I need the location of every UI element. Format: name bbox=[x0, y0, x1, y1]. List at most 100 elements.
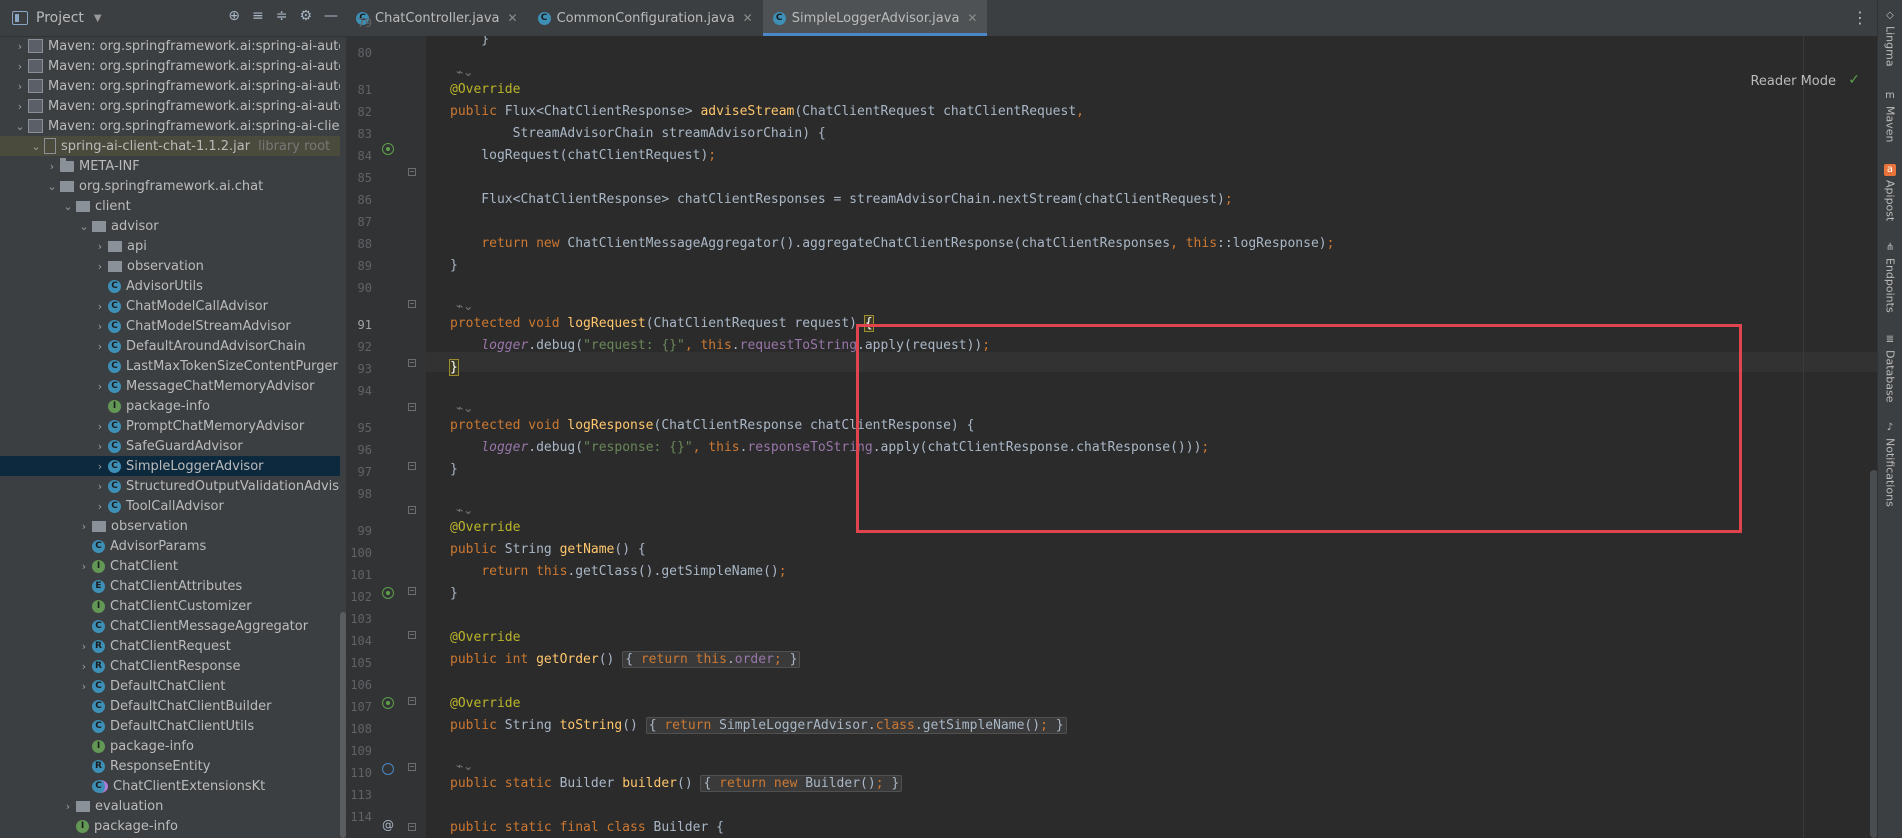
chevron-right-icon[interactable]: › bbox=[76, 680, 92, 693]
line-number[interactable]: 102 bbox=[346, 590, 372, 604]
collapse-all-icon[interactable]: ≑ bbox=[276, 8, 288, 24]
chevron-down-icon[interactable]: ⌄ bbox=[28, 140, 44, 153]
chevron-right-icon[interactable]: › bbox=[12, 40, 28, 53]
gear-icon[interactable]: ⚙ bbox=[299, 8, 312, 24]
fold-icon[interactable] bbox=[408, 359, 416, 367]
chevron-right-icon[interactable]: › bbox=[12, 100, 28, 113]
tree-item[interactable]: ⌄ spring-ai-client-chat-1.1.2.jar library … bbox=[0, 136, 340, 156]
chevron-right-icon[interactable]: › bbox=[92, 380, 108, 393]
ai-hint-icon[interactable]: ⌁⌄ bbox=[456, 298, 473, 314]
tree-item[interactable]: ⌄ advisor bbox=[0, 216, 340, 236]
tab-chat-controller[interactable]: C ChatController.java ✕ bbox=[346, 0, 528, 36]
lingma-tool[interactable]: ◇ Lingma bbox=[1878, 10, 1902, 67]
fold-icon[interactable] bbox=[408, 631, 416, 639]
tree-item[interactable]: › META-INF bbox=[0, 156, 340, 176]
chevron-down-icon[interactable]: ⌄ bbox=[60, 200, 76, 213]
chevron-down-icon[interactable]: ▼ bbox=[94, 13, 102, 24]
chevron-down-icon[interactable]: ⌄ bbox=[12, 120, 28, 133]
line-number[interactable]: 103 bbox=[346, 612, 372, 626]
hide-icon[interactable]: — bbox=[324, 8, 338, 24]
chevron-right-icon[interactable]: › bbox=[76, 560, 92, 573]
tree-item[interactable]: › C SafeGuardAdvisor bbox=[0, 436, 340, 456]
override-icon[interactable] bbox=[382, 587, 394, 599]
fold-icon[interactable] bbox=[408, 587, 416, 595]
chevron-right-icon[interactable]: › bbox=[92, 500, 108, 513]
tree-item[interactable]: C DefaultChatClientBuilder bbox=[0, 696, 340, 716]
tree-item[interactable]: C ChatClientExtensionsKt bbox=[0, 776, 340, 796]
tree-item[interactable]: › Maven: org.springframework.ai:spring-ai… bbox=[0, 56, 340, 76]
tree-item[interactable]: Ipackage-info bbox=[0, 396, 340, 416]
line-number[interactable]: 93 bbox=[346, 362, 372, 376]
line-number[interactable]: 80 bbox=[346, 46, 372, 60]
tree-item[interactable]: › C ToolCallAdvisor bbox=[0, 496, 340, 516]
locate-icon[interactable]: ⊕ bbox=[228, 8, 240, 24]
fold-icon[interactable] bbox=[408, 300, 416, 308]
tree-item[interactable]: › C ChatModelCallAdvisor bbox=[0, 296, 340, 316]
line-number[interactable]: 99 bbox=[346, 524, 372, 538]
line-number[interactable]: 114 bbox=[346, 810, 372, 824]
tree-item[interactable]: R ResponseEntity bbox=[0, 756, 340, 776]
close-icon[interactable]: ✕ bbox=[508, 11, 518, 25]
fold-icon[interactable] bbox=[408, 168, 416, 176]
fold-icon[interactable] bbox=[408, 697, 416, 705]
tree-item[interactable]: › api bbox=[0, 236, 340, 256]
ai-hint-icon[interactable]: ⌁⌄ bbox=[456, 502, 473, 518]
line-number[interactable]: 98 bbox=[346, 487, 372, 501]
line-number[interactable]: 113 bbox=[346, 788, 372, 802]
ai-hint-icon[interactable]: ⌁⌄ bbox=[456, 64, 473, 80]
close-icon[interactable]: ✕ bbox=[743, 11, 753, 25]
chevron-right-icon[interactable]: › bbox=[44, 160, 60, 173]
line-number[interactable]: 82 bbox=[346, 105, 372, 119]
tree-item[interactable]: › Maven: org.springframework.ai:spring-ai… bbox=[0, 96, 340, 116]
line-number[interactable]: 92 bbox=[346, 340, 372, 354]
tab-common-configuration[interactable]: C CommonConfiguration.java ✕ bbox=[528, 0, 763, 36]
tree-item[interactable]: C AdvisorParams bbox=[0, 536, 340, 556]
chevron-right-icon[interactable]: › bbox=[12, 80, 28, 93]
tree-item[interactable]: Ipackage-info bbox=[0, 736, 340, 756]
chevron-right-icon[interactable]: › bbox=[76, 520, 92, 533]
line-number[interactable]: 94 bbox=[346, 384, 372, 398]
fold-icon[interactable] bbox=[408, 462, 416, 470]
override-icon[interactable] bbox=[382, 763, 394, 775]
chevron-right-icon[interactable]: › bbox=[12, 60, 28, 73]
tree-item[interactable]: › C DefaultAroundAdvisorChain bbox=[0, 336, 340, 356]
chevron-right-icon[interactable]: › bbox=[76, 660, 92, 673]
notifications-tool[interactable]: ♪ Notifications bbox=[1878, 422, 1902, 507]
line-number[interactable]: 97 bbox=[346, 465, 372, 479]
chevron-right-icon[interactable]: › bbox=[60, 800, 76, 813]
tree-item[interactable]: I ChatClientCustomizer bbox=[0, 596, 340, 616]
line-number[interactable]: 86 bbox=[346, 193, 372, 207]
fold-icon[interactable] bbox=[408, 763, 416, 771]
chevron-right-icon[interactable]: › bbox=[92, 300, 108, 313]
line-number[interactable]: 107 bbox=[346, 700, 372, 714]
tree-item[interactable]: ⌄ org.springframework.ai.chat bbox=[0, 176, 340, 196]
tree-item[interactable]: C LastMaxTokenSizeContentPurger bbox=[0, 356, 340, 376]
tree-item[interactable]: › I ChatClient bbox=[0, 556, 340, 576]
line-number[interactable]: 105 bbox=[346, 656, 372, 670]
chevron-right-icon[interactable]: › bbox=[92, 460, 108, 473]
tree-item[interactable]: C DefaultChatClientUtils bbox=[0, 716, 340, 736]
chevron-right-icon[interactable]: › bbox=[92, 440, 108, 453]
line-number[interactable]: 84 bbox=[346, 149, 372, 163]
line-number[interactable]: 79 bbox=[346, 16, 372, 30]
code-editor[interactable]: } ⌁⌄ @Override public Flux<ChatClientRes… bbox=[426, 36, 1878, 838]
tree-item[interactable]: › R ChatClientResponse bbox=[0, 656, 340, 676]
line-number[interactable]: 95 bbox=[346, 421, 372, 435]
line-number[interactable]: 109 bbox=[346, 744, 372, 758]
endpoints-tool[interactable]: ⋔ Endpoints bbox=[1878, 242, 1902, 313]
tree-item[interactable]: C ChatClientMessageAggregator bbox=[0, 616, 340, 636]
apipost-tool[interactable]: a Apipost bbox=[1878, 164, 1902, 221]
override-icon[interactable] bbox=[382, 143, 394, 155]
line-number[interactable]: 90 bbox=[346, 281, 372, 295]
line-number[interactable]: 88 bbox=[346, 237, 372, 251]
fold-icon[interactable] bbox=[408, 403, 416, 411]
tree-item[interactable]: › C MessageChatMemoryAdvisor bbox=[0, 376, 340, 396]
ai-hint-icon[interactable]: ⌁⌄ bbox=[456, 758, 473, 774]
ai-hint-icon[interactable]: ⌁⌄ bbox=[456, 400, 473, 416]
fold-icon[interactable] bbox=[408, 823, 416, 831]
more-icon[interactable]: ⋮ bbox=[1852, 8, 1868, 27]
line-number[interactable]: 110 bbox=[346, 766, 372, 780]
tree-item[interactable]: › C PromptChatMemoryAdvisor bbox=[0, 416, 340, 436]
line-number[interactable]: 106 bbox=[346, 678, 372, 692]
chevron-right-icon[interactable]: › bbox=[92, 260, 108, 273]
